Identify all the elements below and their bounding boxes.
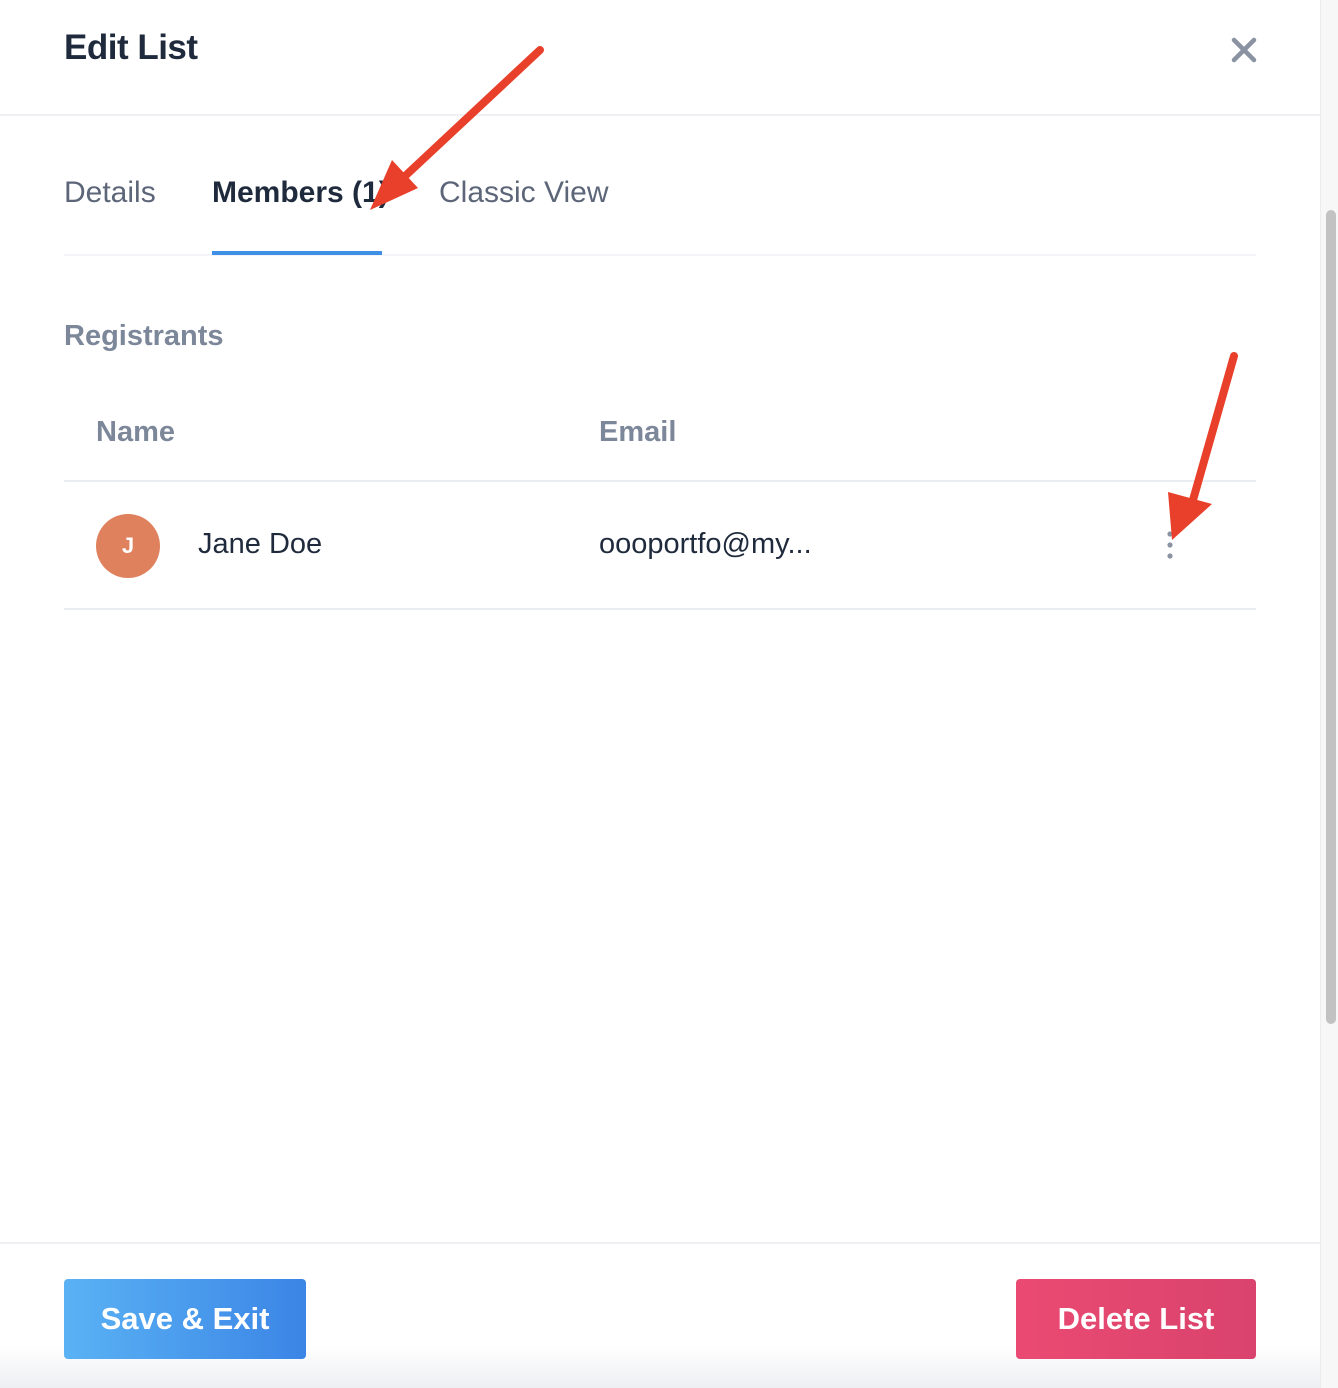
more-vertical-icon bbox=[1167, 531, 1173, 559]
registrants-table: Name Email J Jane Doe oooportfo@my... bbox=[64, 396, 1256, 610]
table-header: Name Email bbox=[64, 396, 1256, 482]
tab-bar: Details Members (1) Classic View bbox=[64, 150, 1256, 256]
scrollbar-thumb[interactable] bbox=[1326, 210, 1336, 1024]
edit-list-modal: Edit List Details Members (1) Classic Vi… bbox=[0, 0, 1320, 1388]
delete-list-button[interactable]: Delete List bbox=[1016, 1279, 1256, 1359]
active-tab-indicator bbox=[212, 251, 382, 255]
save-exit-button[interactable]: Save & Exit bbox=[64, 1279, 306, 1359]
tab-members[interactable]: Members (1) bbox=[212, 176, 389, 210]
close-icon bbox=[1231, 37, 1257, 63]
avatar: J bbox=[96, 514, 160, 578]
table-row: J Jane Doe oooportfo@my... bbox=[64, 482, 1256, 610]
member-name: Jane Doe bbox=[198, 528, 323, 560]
member-email: oooportfo@my... bbox=[599, 528, 812, 560]
column-header-email: Email bbox=[599, 416, 677, 448]
row-menu-button[interactable] bbox=[1154, 526, 1186, 566]
column-header-name: Name bbox=[96, 416, 175, 448]
close-button[interactable] bbox=[1222, 28, 1266, 72]
modal-footer: Save & Exit Delete List bbox=[0, 1242, 1320, 1388]
tab-classic-view[interactable]: Classic View bbox=[439, 176, 609, 210]
scrollbar[interactable] bbox=[1320, 0, 1338, 1388]
section-title-registrants: Registrants bbox=[64, 320, 224, 352]
modal-title: Edit List bbox=[64, 28, 198, 67]
tab-details[interactable]: Details bbox=[64, 176, 156, 210]
modal-header: Edit List bbox=[0, 0, 1320, 116]
